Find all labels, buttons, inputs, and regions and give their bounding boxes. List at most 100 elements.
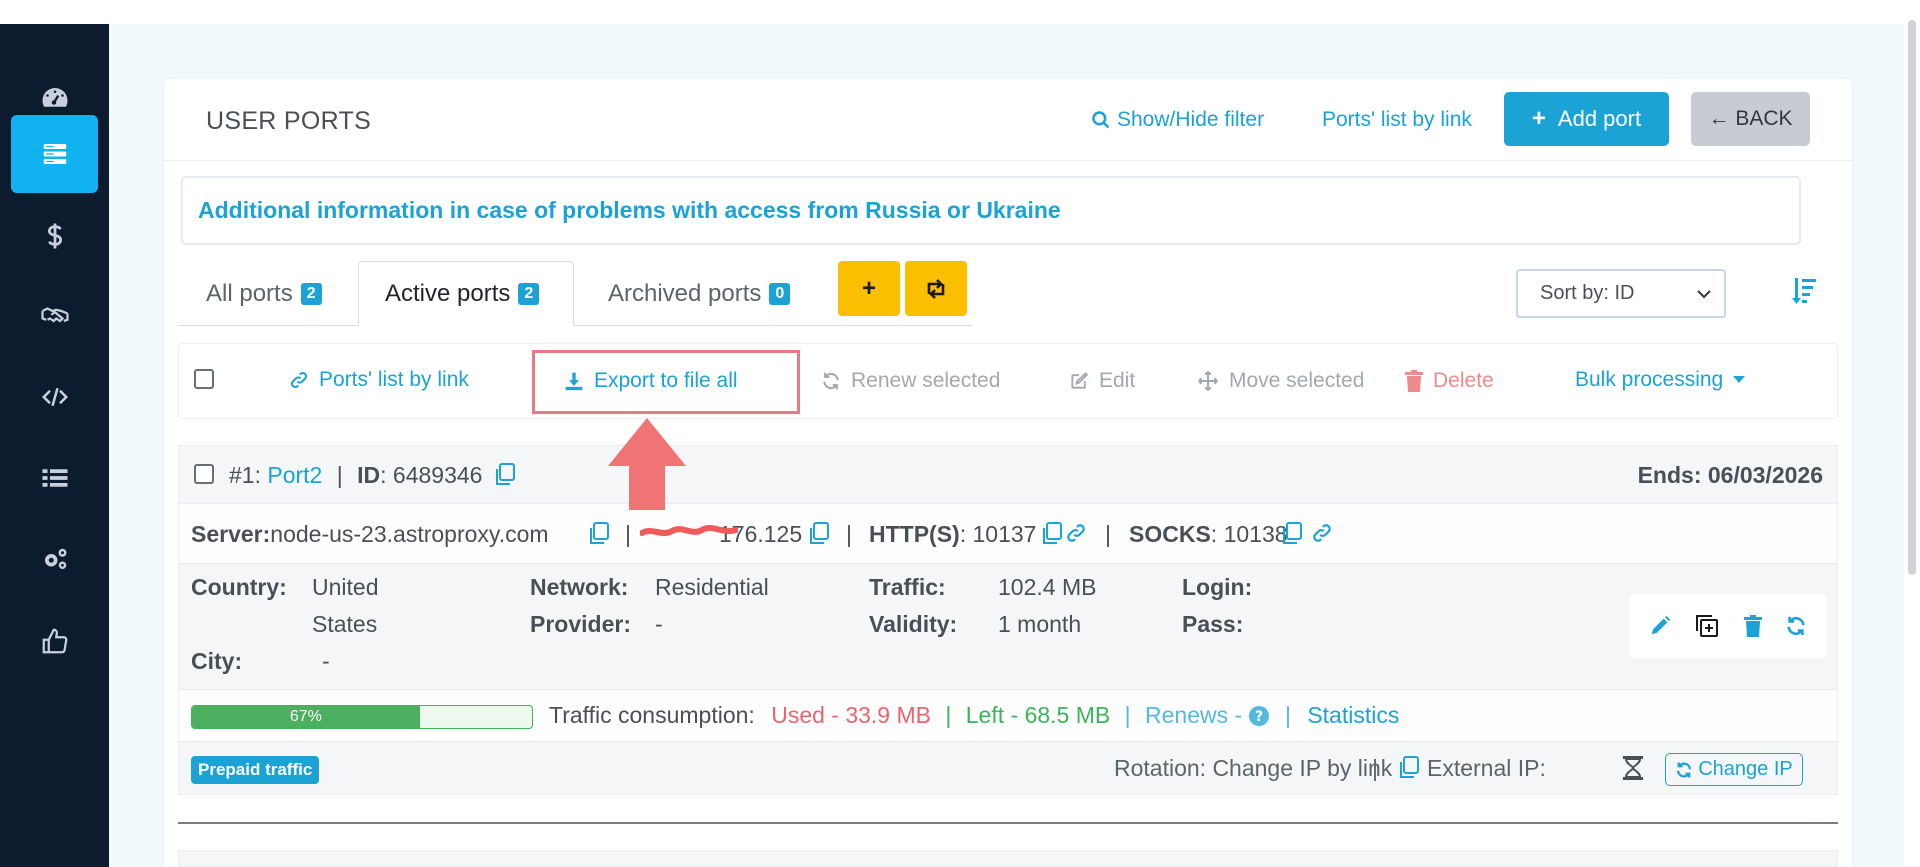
sort-select[interactable]: Sort by: ID bbox=[1516, 269, 1726, 318]
back-button[interactable]: ← BACK bbox=[1691, 92, 1810, 146]
tab-all-ports[interactable]: All ports 2 bbox=[192, 261, 336, 326]
retweet-button[interactable] bbox=[905, 261, 967, 316]
show-hide-filter-link[interactable]: Show/Hide filter bbox=[1091, 108, 1264, 132]
network-label: Network: bbox=[530, 574, 629, 600]
separator: | bbox=[336, 462, 343, 488]
consumption-label: Traffic consumption: bbox=[549, 702, 755, 728]
login-label: Login: bbox=[1182, 574, 1253, 600]
select-all-checkbox[interactable] bbox=[194, 369, 214, 389]
duplicate-icon[interactable] bbox=[1694, 613, 1720, 639]
port-footer-row: Prepaid traffic Rotation: Change IP by l… bbox=[179, 742, 1837, 794]
export-to-file-button[interactable]: Export to file all bbox=[564, 369, 738, 393]
port-id-label: ID bbox=[357, 462, 381, 488]
count-badge: 0 bbox=[769, 282, 791, 305]
network-value: Residential bbox=[655, 574, 769, 600]
sidebar bbox=[0, 24, 109, 867]
sidebar-item-ports[interactable] bbox=[11, 115, 98, 193]
edit-button[interactable]: Edit bbox=[1069, 369, 1135, 393]
trash-icon[interactable] bbox=[1743, 615, 1762, 637]
copy-icon[interactable] bbox=[1040, 521, 1064, 547]
socks-info: SOCKS: 10138 bbox=[1129, 521, 1288, 548]
link-icon[interactable] bbox=[1065, 522, 1087, 544]
move-selected-button[interactable]: Move selected bbox=[1197, 369, 1364, 393]
port-number: #1: bbox=[229, 462, 261, 488]
show-hide-filter-label: Show/Hide filter bbox=[1117, 108, 1265, 131]
search-icon bbox=[1092, 111, 1110, 129]
socks-label: SOCKS bbox=[1129, 521, 1211, 547]
info-link[interactable]: Additional information in case of proble… bbox=[198, 197, 1061, 224]
traffic-consumption: Traffic consumption: Used - 33.9 MB | Le… bbox=[549, 702, 1399, 729]
sidebar-item-list[interactable] bbox=[11, 439, 98, 517]
statistics-link[interactable]: Statistics bbox=[1307, 702, 1399, 728]
port-details-row: Country: United States City: - Network: … bbox=[179, 564, 1837, 690]
edit-icon bbox=[1071, 372, 1089, 389]
redaction-scribble bbox=[640, 525, 738, 536]
separator: | bbox=[625, 521, 631, 547]
separator: | bbox=[1372, 755, 1378, 781]
copy-icon[interactable] bbox=[1280, 521, 1304, 547]
refresh-icon[interactable] bbox=[1785, 615, 1807, 637]
provider-value: - bbox=[655, 611, 663, 637]
copy-icon[interactable] bbox=[493, 462, 517, 488]
toolbar-ports-list-label: Ports' list by link bbox=[319, 368, 469, 391]
separator: | bbox=[846, 521, 852, 547]
bulk-processing-dropdown[interactable]: Bulk processing bbox=[1575, 368, 1746, 392]
traffic-progress-fill: 67% bbox=[192, 706, 420, 728]
sidebar-item-billing[interactable] bbox=[11, 197, 98, 275]
sort-amount-icon bbox=[1792, 278, 1816, 304]
validity-label: Validity: bbox=[869, 611, 958, 637]
used-value: Used - 33.9 MB bbox=[771, 702, 931, 728]
help-icon[interactable]: ? bbox=[1248, 706, 1269, 726]
plus-icon: + bbox=[1531, 105, 1546, 132]
renew-label: Renew selected bbox=[851, 369, 1001, 392]
change-ip-button[interactable]: Change IP bbox=[1665, 753, 1803, 786]
next-port-item bbox=[178, 850, 1838, 867]
country-value-line2: States bbox=[312, 611, 378, 637]
sidebar-item-api[interactable] bbox=[11, 358, 98, 436]
trash-icon bbox=[1405, 370, 1423, 392]
sort-order-button[interactable] bbox=[1792, 276, 1818, 311]
city-value: - bbox=[322, 648, 330, 674]
provider-label: Provider: bbox=[530, 611, 631, 637]
thumbs-up-icon bbox=[42, 628, 67, 654]
info-box[interactable]: Additional information in case of proble… bbox=[181, 176, 1801, 245]
ports-list-link-header[interactable]: Ports' list by link bbox=[1322, 108, 1472, 132]
port-connection-row: Server:node-us-23.astroproxy.com | 176.1… bbox=[179, 504, 1837, 564]
renews-link[interactable]: Renews - bbox=[1145, 702, 1242, 728]
renew-selected-button[interactable]: Renew selected bbox=[821, 369, 1000, 393]
traffic-value: 102.4 MB bbox=[998, 574, 1097, 600]
separator: | bbox=[1124, 702, 1131, 728]
separator: | bbox=[945, 702, 952, 728]
copy-icon[interactable] bbox=[587, 521, 611, 547]
sidebar-item-feedback[interactable] bbox=[11, 602, 98, 680]
change-ip-label: Change IP bbox=[1698, 758, 1793, 780]
scrollbar-thumb[interactable] bbox=[1908, 20, 1916, 575]
copy-icon[interactable] bbox=[807, 521, 831, 547]
tab-active-ports[interactable]: Active ports 2 bbox=[358, 261, 574, 326]
port-heading: #1: Port2 | ID: 6489346 bbox=[229, 462, 482, 489]
country-value-line1: United bbox=[312, 574, 379, 600]
link-icon[interactable] bbox=[1311, 522, 1333, 544]
delete-button[interactable]: Delete bbox=[1405, 369, 1494, 393]
move-label: Move selected bbox=[1229, 369, 1365, 392]
annotation-arrow-icon bbox=[608, 418, 686, 510]
add-port-button[interactable]: + Add port bbox=[1504, 92, 1669, 146]
add-port-label: Add port bbox=[1557, 106, 1642, 131]
copy-icon[interactable] bbox=[1397, 755, 1421, 781]
pencil-icon[interactable] bbox=[1649, 615, 1671, 637]
tab-archived-ports[interactable]: Archived ports 0 bbox=[594, 261, 804, 326]
port-name-link[interactable]: Port2 bbox=[267, 462, 322, 488]
move-icon bbox=[1198, 371, 1218, 391]
port-select-checkbox[interactable] bbox=[194, 464, 214, 484]
port-item: #1: Port2 | ID: 6489346 Ends: 06/03/2026… bbox=[178, 445, 1838, 795]
external-ip-label: External IP: bbox=[1427, 755, 1546, 781]
user-ports-card: USER PORTS Show/Hide filter Ports' list … bbox=[164, 79, 1852, 867]
toolbar-ports-list-link[interactable]: Ports' list by link bbox=[289, 368, 469, 392]
code-icon bbox=[41, 387, 68, 407]
sidebar-item-settings[interactable] bbox=[11, 520, 98, 598]
pass-label: Pass: bbox=[1182, 611, 1244, 637]
sidebar-item-partners[interactable] bbox=[11, 277, 98, 355]
left-value: Left - 68.5 MB bbox=[965, 702, 1111, 728]
handshake-icon bbox=[40, 307, 69, 323]
add-tab-button[interactable]: + bbox=[838, 261, 900, 316]
